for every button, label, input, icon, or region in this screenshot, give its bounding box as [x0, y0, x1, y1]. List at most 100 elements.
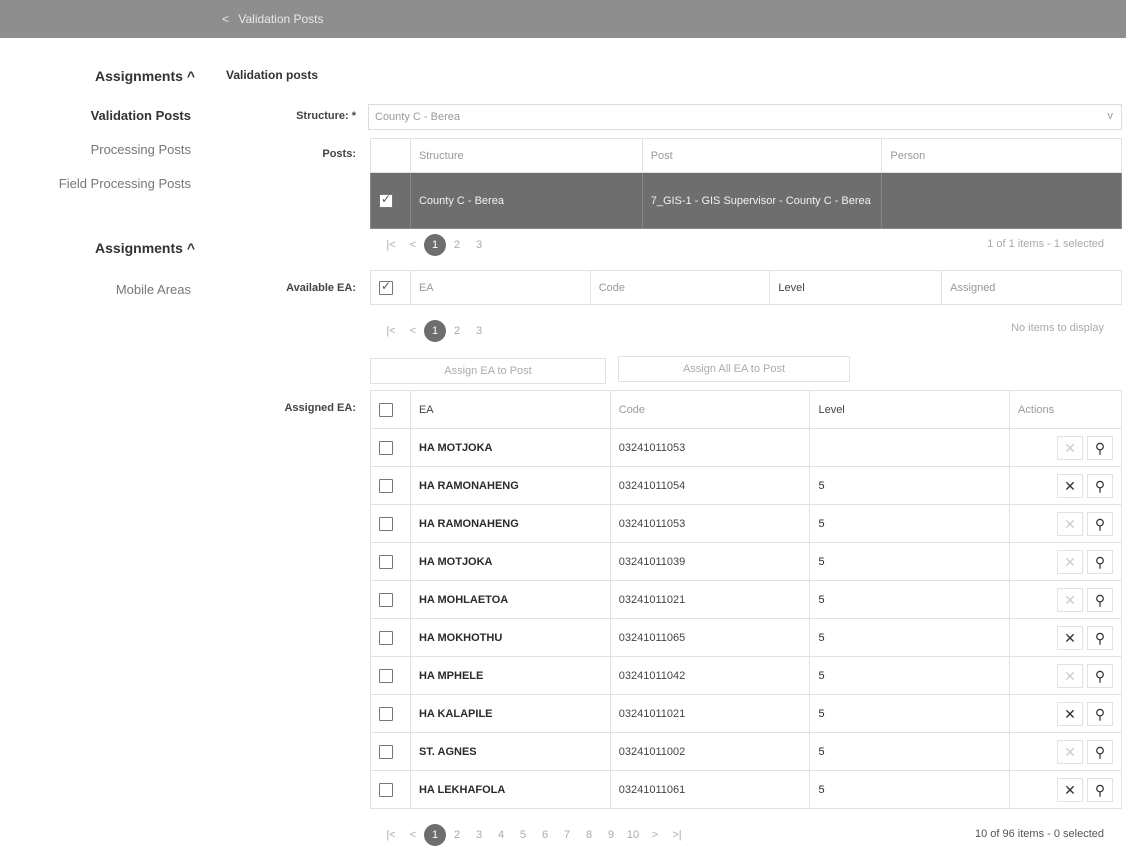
table-row[interactable]: HA KALAPILE 03241011021 5 ✕ ⚲: [370, 694, 1122, 733]
column-header-person[interactable]: Person: [881, 138, 1122, 173]
sidebar-item-field-processing-posts[interactable]: Field Processing Posts: [59, 176, 191, 191]
column-header-code[interactable]: Code: [609, 390, 811, 429]
row-checkbox[interactable]: [379, 192, 393, 208]
column-header-post[interactable]: Post: [641, 138, 883, 173]
structure-select[interactable]: County C - Berea v: [368, 104, 1122, 130]
first-page-icon[interactable]: |<: [380, 829, 402, 841]
search-icon[interactable]: ⚲: [1087, 663, 1113, 688]
search-icon[interactable]: ⚲: [1087, 549, 1113, 574]
close-icon[interactable]: ✕: [1057, 549, 1083, 574]
first-page-icon[interactable]: |<: [380, 325, 402, 337]
select-all-checkbox[interactable]: [379, 402, 393, 417]
first-page-icon[interactable]: |<: [380, 239, 402, 251]
column-header-actions: Actions: [1009, 390, 1122, 429]
close-icon[interactable]: ✕: [1057, 701, 1083, 726]
page-button[interactable]: 7: [556, 829, 578, 841]
page-button[interactable]: 2: [446, 325, 468, 337]
page-button[interactable]: 9: [600, 829, 622, 841]
page-button[interactable]: 3: [468, 325, 490, 337]
table-row[interactable]: HA MOTJOKA 03241011039 5 ✕ ⚲: [370, 542, 1122, 581]
close-icon[interactable]: ✕: [1057, 473, 1083, 498]
page-button[interactable]: 5: [512, 829, 534, 841]
table-row[interactable]: County C - Berea 7_GIS-1 - GIS Superviso…: [370, 172, 1122, 229]
table-row[interactable]: HA MOHLAETOA 03241011021 5 ✕ ⚲: [370, 580, 1122, 619]
page-button[interactable]: 4: [490, 829, 512, 841]
page-button-current[interactable]: 1: [424, 320, 446, 342]
row-checkbox[interactable]: [379, 478, 393, 493]
chevron-left-icon[interactable]: <: [402, 325, 424, 337]
chevron-left-icon[interactable]: <: [402, 239, 424, 251]
close-icon[interactable]: ✕: [1057, 625, 1083, 650]
row-checkbox[interactable]: [379, 440, 393, 455]
chevron-down-icon[interactable]: v: [1108, 110, 1114, 122]
posts-pagination-info: 1 of 1 items - 1 selected: [987, 238, 1104, 250]
last-page-icon[interactable]: >|: [666, 829, 688, 841]
table-row[interactable]: HA MPHELE 03241011042 5 ✕ ⚲: [370, 656, 1122, 695]
cell-ea: HA MPHELE: [409, 656, 611, 695]
page-button[interactable]: 8: [578, 829, 600, 841]
row-checkbox[interactable]: [379, 706, 393, 721]
search-icon[interactable]: ⚲: [1087, 511, 1113, 536]
chevron-right-icon[interactable]: >: [644, 829, 666, 841]
page-button-current[interactable]: 1: [424, 824, 446, 846]
page-button[interactable]: 2: [446, 829, 468, 841]
row-checkbox[interactable]: [379, 554, 393, 569]
sidebar-section-assignments-2[interactable]: Assignments ^: [95, 240, 195, 256]
close-icon[interactable]: ✕: [1057, 435, 1083, 460]
table-row[interactable]: HA LEKHAFOLA 03241011061 5 ✕ ⚲: [370, 770, 1122, 809]
search-icon[interactable]: ⚲: [1087, 625, 1113, 650]
close-icon[interactable]: ✕: [1057, 511, 1083, 536]
page-title: Validation posts: [226, 68, 319, 82]
close-icon[interactable]: ✕: [1057, 587, 1083, 612]
cell-code: 03241011053: [609, 504, 811, 543]
column-header-level[interactable]: Level: [769, 270, 943, 305]
search-icon[interactable]: ⚲: [1087, 777, 1113, 802]
sidebar-item-validation-posts[interactable]: Validation Posts: [91, 108, 191, 123]
sidebar-item-mobile-areas[interactable]: Mobile Areas: [116, 282, 191, 297]
page-button[interactable]: 10: [622, 829, 644, 841]
row-checkbox[interactable]: [379, 782, 393, 797]
assign-ea-button[interactable]: Assign EA to Post: [370, 358, 606, 384]
row-checkbox[interactable]: [379, 630, 393, 645]
table-row[interactable]: HA MOTJOKA 03241011053 ✕ ⚲: [370, 428, 1122, 467]
search-icon[interactable]: ⚲: [1087, 473, 1113, 498]
column-header-structure[interactable]: Structure: [409, 138, 643, 173]
cell-level: [809, 428, 1011, 467]
page-button[interactable]: 2: [446, 239, 468, 251]
table-row[interactable]: ST. AGNES 03241011002 5 ✕ ⚲: [370, 732, 1122, 771]
table-row[interactable]: HA RAMONAHENG 03241011053 5 ✕ ⚲: [370, 504, 1122, 543]
search-icon[interactable]: ⚲: [1087, 739, 1113, 764]
chevron-left-icon[interactable]: <: [402, 829, 424, 841]
row-checkbox[interactable]: [379, 668, 393, 683]
column-header-level[interactable]: Level: [809, 390, 1011, 429]
back-link[interactable]: < Validation Posts: [222, 12, 324, 26]
row-checkbox[interactable]: [379, 516, 393, 531]
page-button[interactable]: 6: [534, 829, 556, 841]
sidebar-section-assignments[interactable]: Assignments ^: [95, 68, 195, 84]
search-icon[interactable]: ⚲: [1087, 701, 1113, 726]
assign-all-ea-button[interactable]: Assign All EA to Post: [618, 356, 850, 382]
table-row[interactable]: HA MOKHOTHU 03241011065 5 ✕ ⚲: [370, 618, 1122, 657]
row-checkbox-cell: [370, 542, 411, 581]
search-icon[interactable]: ⚲: [1087, 587, 1113, 612]
column-header-ea[interactable]: EA: [409, 270, 591, 305]
column-header-assigned[interactable]: Assigned: [941, 270, 1122, 305]
close-icon[interactable]: ✕: [1057, 663, 1083, 688]
close-icon[interactable]: ✕: [1057, 739, 1083, 764]
sidebar-item-processing-posts[interactable]: Processing Posts: [91, 142, 191, 157]
page-button[interactable]: 3: [468, 829, 490, 841]
row-checkbox[interactable]: [379, 592, 393, 607]
row-checkbox-cell: [370, 618, 411, 657]
row-checkbox[interactable]: [379, 744, 393, 759]
cell-level: 5: [809, 542, 1011, 581]
back-link-label: Validation Posts: [238, 12, 324, 26]
close-icon[interactable]: ✕: [1057, 777, 1083, 802]
cell-code: 03241011021: [609, 694, 811, 733]
table-row[interactable]: HA RAMONAHENG 03241011054 5 ✕ ⚲: [370, 466, 1122, 505]
page-button-current[interactable]: 1: [424, 234, 446, 256]
column-header-ea[interactable]: EA: [409, 390, 611, 429]
page-button[interactable]: 3: [468, 239, 490, 251]
search-icon[interactable]: ⚲: [1087, 435, 1113, 460]
select-all-checkbox[interactable]: [379, 279, 393, 295]
column-header-code[interactable]: Code: [589, 270, 771, 305]
